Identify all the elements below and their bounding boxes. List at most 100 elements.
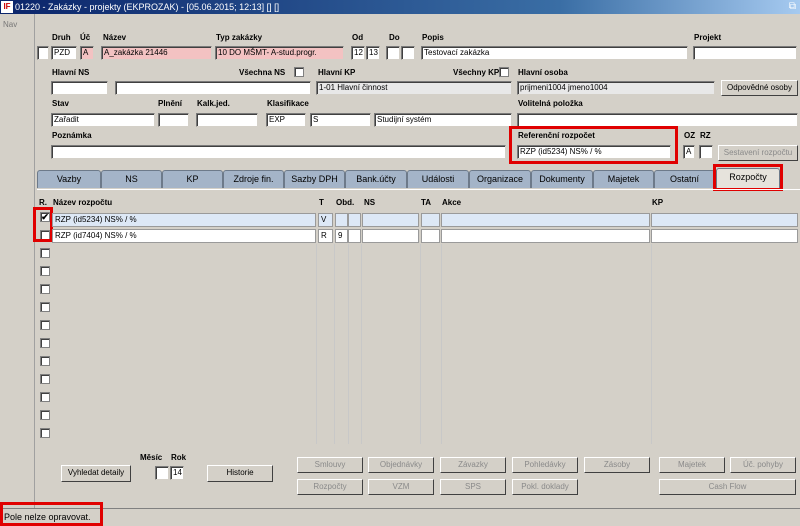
table-row-1-obd2[interactable] (348, 213, 361, 227)
vzm-button[interactable]: VZM (368, 479, 434, 495)
hlavni-ns-name-field[interactable] (115, 81, 311, 95)
row-13-checkbox[interactable] (40, 428, 50, 438)
historie-button[interactable]: Historie (207, 465, 273, 482)
majetek-button[interactable]: Majetek (659, 457, 725, 473)
rozpocty-button[interactable]: Rozpočty (297, 479, 363, 495)
table-row-2-obd2[interactable] (348, 229, 361, 243)
table-row-1-obd[interactable] (335, 213, 348, 227)
zavazky-button[interactable]: Závazky (440, 457, 506, 473)
oz-label: OZ (684, 131, 696, 140)
table-row-2-obd[interactable]: 9 (335, 229, 348, 243)
druh-field[interactable]: PZD (51, 46, 77, 60)
table-row-2-akce[interactable] (441, 229, 650, 243)
row-12-checkbox[interactable] (40, 410, 50, 420)
pohledavky-button[interactable]: Pohledávky (512, 457, 578, 473)
tab-bank-ucty[interactable]: Bank.účty (345, 170, 407, 188)
nazev-field[interactable]: A_zakázka 21446 (101, 46, 212, 60)
plneni-field[interactable] (158, 113, 189, 127)
row-8-checkbox[interactable] (40, 338, 50, 348)
klasifikace-name-field[interactable]: Studijní systém (374, 113, 512, 127)
sps-button[interactable]: SPS (440, 479, 506, 495)
col-obd: Obd. (336, 198, 355, 207)
tab-organizace[interactable]: Organizace (469, 170, 531, 188)
col-akce: Akce (442, 198, 462, 207)
row-6-checkbox[interactable] (40, 302, 50, 312)
tab-zdroje-fin[interactable]: Zdroje fin. (223, 170, 284, 188)
rz-field[interactable] (699, 145, 713, 159)
kalk-label: Kalk.jed. (197, 99, 230, 108)
vyhledat-detaily-button[interactable]: Vyhledat detaily (61, 465, 131, 482)
pokl-doklady-button[interactable]: Pokl. doklady (512, 479, 578, 495)
kalk-field[interactable] (196, 113, 258, 127)
od-field-2[interactable]: 13 (366, 46, 380, 60)
popis-field[interactable]: Testovací zakázka (421, 46, 688, 60)
stav-field[interactable]: Zařadit (51, 113, 155, 127)
poznamka-field[interactable] (51, 145, 506, 159)
tab-kp[interactable]: KP (162, 170, 223, 188)
table-row-2-ta[interactable] (421, 229, 440, 243)
sestaveni-rozpoctu-button[interactable]: Sestavení rozpočtu (718, 145, 798, 161)
hlavni-osoba-field[interactable]: prijmeni1004 jmeno1004 (517, 81, 715, 95)
druh-label: Druh (52, 33, 71, 42)
tab-ns[interactable]: NS (101, 170, 162, 188)
tab-udalosti[interactable]: Události (407, 170, 469, 188)
nazev-label: Název (103, 33, 127, 42)
tab-vazby[interactable]: Vazby (37, 170, 101, 188)
row-4-checkbox[interactable] (40, 266, 50, 276)
odpovedne-osoby-button[interactable]: Odpovědné osoby (721, 80, 798, 96)
nav-label[interactable]: Nav (3, 20, 17, 29)
rok-field[interactable]: 14 (170, 466, 184, 480)
hlavni-ns-field[interactable] (51, 81, 108, 95)
do-field-2[interactable] (401, 46, 415, 60)
table-row-2-t[interactable]: R (318, 229, 333, 243)
nav-strip[interactable]: Nav (0, 14, 35, 508)
table-row-1-akce[interactable] (441, 213, 650, 227)
row-9-checkbox[interactable] (40, 356, 50, 366)
table-row-1-kp[interactable] (651, 213, 798, 227)
objednavky-button[interactable]: Objednávky (368, 457, 434, 473)
ref-rozpocet-field[interactable]: RZP (id5234) NS% / % (517, 145, 671, 159)
row-10-checkbox[interactable] (40, 374, 50, 384)
vsechny-kp-checkbox[interactable] (499, 67, 509, 77)
row-marker-field[interactable] (37, 46, 49, 60)
row-11-checkbox[interactable] (40, 392, 50, 402)
od-field-1[interactable]: 12 (351, 46, 365, 60)
table-row-2-ns[interactable] (362, 229, 419, 243)
vsechny-kp-label: Všechny KP (453, 68, 500, 77)
table-row-1-t[interactable]: V (318, 213, 333, 227)
tab-majetek[interactable]: Majetek (593, 170, 654, 188)
table-row-1-ns[interactable] (362, 213, 419, 227)
uc-pohyby-button[interactable]: Úč. pohyby (730, 457, 796, 473)
vsechna-ns-checkbox[interactable] (294, 67, 304, 77)
tab-sazby-dph[interactable]: Sazby DPH (284, 170, 345, 188)
volitelna-field[interactable] (517, 113, 798, 127)
hlavni-kp-field[interactable]: 1-01 Hlavní činnost (316, 81, 512, 95)
cash-flow-button[interactable]: Cash Flow (659, 479, 796, 495)
row-7-checkbox[interactable] (40, 320, 50, 330)
table-row-2-name[interactable]: RZP (id7404) NS% / % (52, 229, 316, 243)
row-5-checkbox[interactable] (40, 284, 50, 294)
smlouvy-button[interactable]: Smlouvy (297, 457, 363, 473)
oz-field[interactable]: A (683, 145, 695, 159)
title-bar: IF 01220 - Zakázky - projekty (EKPROZAK)… (0, 0, 800, 14)
mesic-field[interactable] (155, 466, 169, 480)
restore-window-icon[interactable]: ⧉ (789, 0, 796, 14)
klasifikace-code-field[interactable]: EXP (266, 113, 306, 127)
klasifikace-sub-field[interactable]: S (310, 113, 371, 127)
typ-zakazky-field[interactable]: 10 DO MŠMT- A-stud.progr. (215, 46, 344, 60)
row-3-checkbox[interactable] (40, 248, 50, 258)
hlavni-osoba-label: Hlavní osoba (518, 68, 568, 77)
table-row-1-name[interactable]: RZP (id5234) NS% / % (52, 213, 316, 227)
rz-label: RZ (700, 131, 711, 140)
table-row-1-ta[interactable] (421, 213, 440, 227)
col-nazev-rozpoctu: Název rozpočtu (53, 198, 113, 207)
tab-ostatni[interactable]: Ostatní (654, 170, 715, 188)
poznamka-label: Poznámka (52, 131, 92, 140)
col-t: T (319, 198, 324, 207)
table-row-2-kp[interactable] (651, 229, 798, 243)
do-field-1[interactable] (386, 46, 400, 60)
tab-dokumenty[interactable]: Dokumenty (531, 170, 593, 188)
zasoby-button[interactable]: Zásoby (584, 457, 650, 473)
projekt-field[interactable] (693, 46, 797, 60)
uc-field[interactable]: A (80, 46, 94, 60)
